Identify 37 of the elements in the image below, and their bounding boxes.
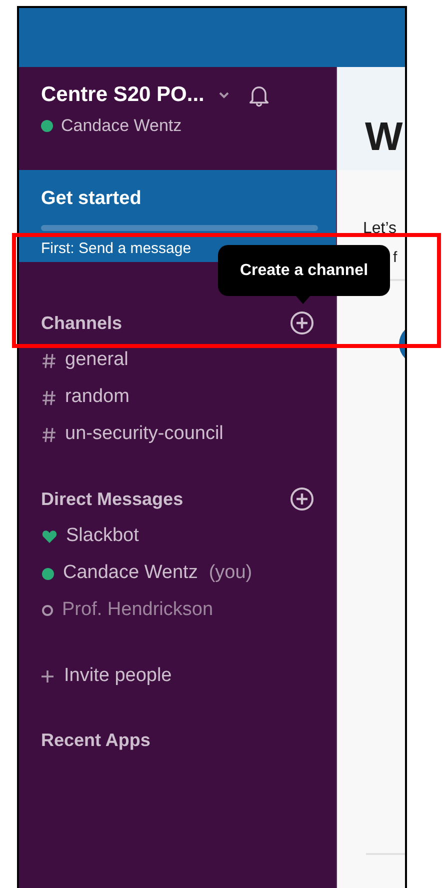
invite-people-label: Invite people (64, 664, 172, 688)
add-icon[interactable] (290, 311, 314, 335)
away-status-icon (42, 605, 53, 616)
direct-message-item[interactable]: Prof. Hendrickson (19, 592, 336, 629)
contact-name: Candace Wentz (63, 561, 198, 586)
you-label: (you) (208, 561, 252, 586)
plus-icon (41, 670, 54, 682)
hash-icon (42, 390, 56, 406)
channel-name: general (65, 348, 128, 372)
direct-message-item[interactable]: Slackbot (19, 518, 336, 555)
channel-name: random (65, 385, 130, 410)
invite-people-link[interactable]: Invite people (41, 663, 314, 689)
tooltip-arrow-icon (296, 296, 310, 304)
chevron-down-icon[interactable] (218, 91, 230, 99)
contact-name: Slackbot (66, 524, 139, 548)
intro-text: Let’s (362, 219, 398, 239)
add-icon[interactable] (290, 487, 314, 511)
channel-item[interactable]: un-security-council (19, 416, 336, 453)
welcome-heading: W (365, 115, 404, 159)
channel-item[interactable]: general (19, 342, 336, 379)
contact-name: Prof. Hendrickson (62, 598, 214, 622)
user-name: Candace Wentz (61, 115, 182, 137)
intro-subtext: f (392, 248, 398, 268)
workspace-name[interactable]: Centre S20 PO... (41, 81, 204, 109)
channel-name: un-security-council (65, 422, 224, 446)
channels-heading[interactable]: Channels (41, 310, 122, 336)
channel-item[interactable]: random (19, 379, 336, 416)
recent-apps-heading[interactable]: Recent Apps (41, 727, 336, 753)
hash-icon (42, 426, 56, 442)
hash-icon (42, 352, 56, 368)
next-step-text: First: Send a message (41, 239, 192, 259)
direct-messages-heading[interactable]: Direct Messages (41, 486, 184, 512)
direct-message-item[interactable]: Candace Wentz (you) (19, 555, 336, 592)
tooltip: Create a channel (218, 245, 390, 296)
heart-icon (42, 530, 57, 543)
online-status-icon (42, 568, 54, 580)
get-started-title: Get started (41, 187, 142, 211)
